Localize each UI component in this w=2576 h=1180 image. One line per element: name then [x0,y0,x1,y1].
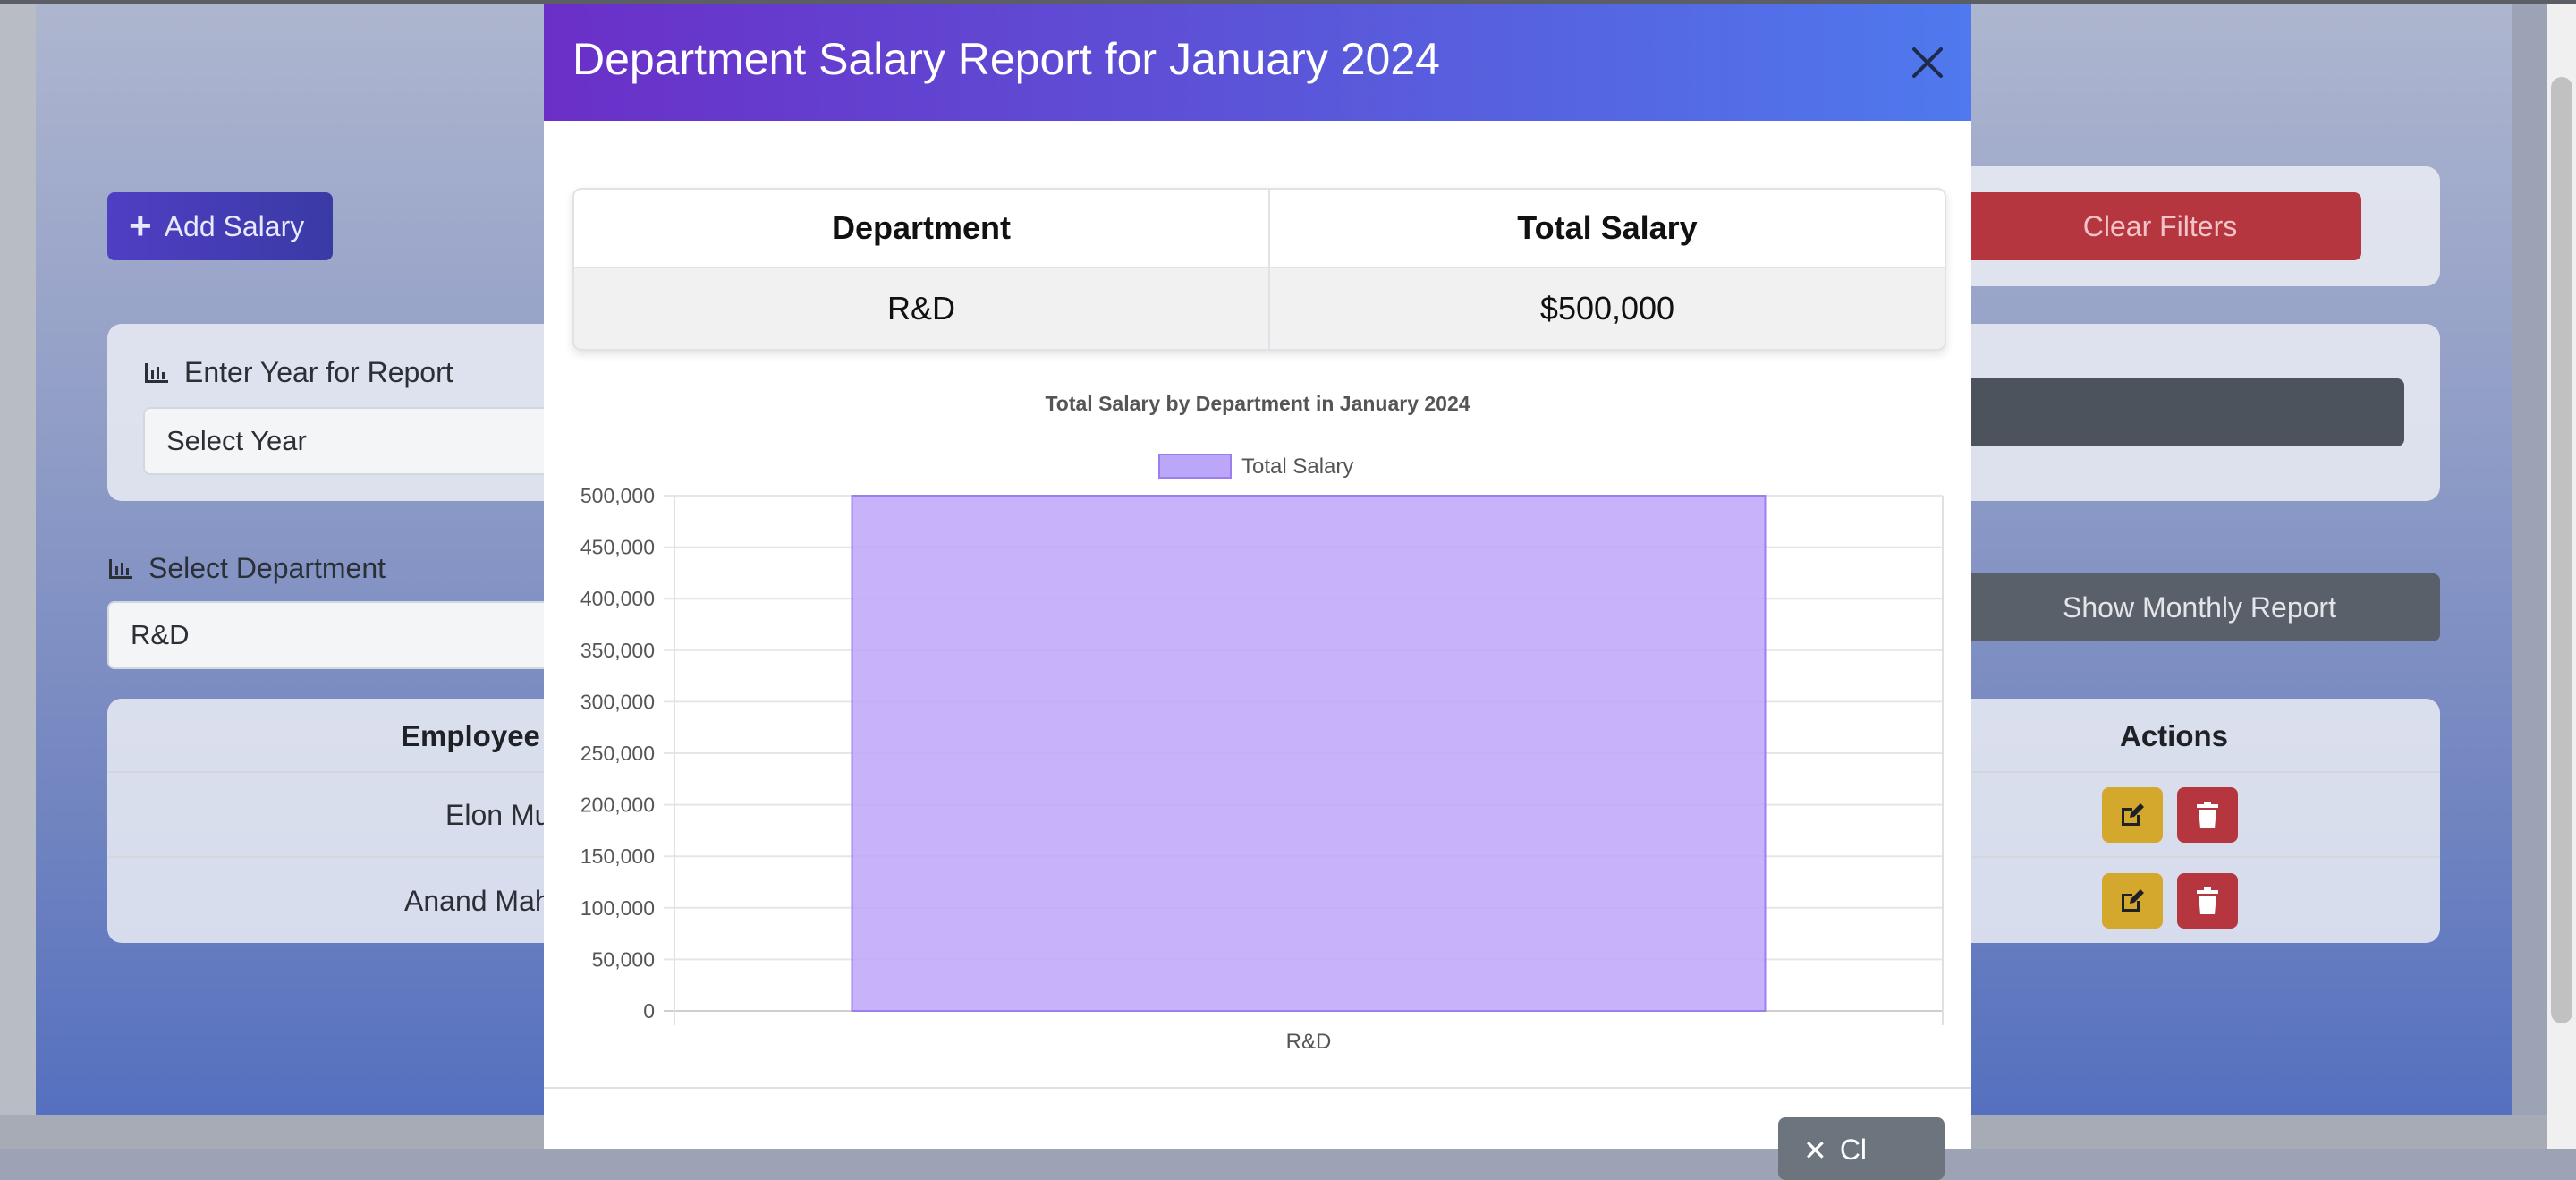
department-header: Department [574,190,1268,267]
generate-report-button[interactable] [1959,378,2404,446]
y-tick-label: 100,000 [580,896,655,920]
report-modal: Department Salary Report for January 202… [544,4,1971,1180]
legend-label: Total Salary [1241,454,1353,479]
y-tick-label: 400,000 [580,587,655,610]
y-tick-label: 250,000 [580,742,655,765]
left-strip [0,0,36,1115]
modal-header: Department Salary Report for January 202… [544,4,1971,121]
y-tick-label: 300,000 [580,690,655,713]
y-tick-label: 50,000 [592,947,655,971]
show-monthly-report-button[interactable]: Show Monthly Report [1959,573,2440,641]
y-tick-label: 500,000 [580,484,655,507]
year-select[interactable]: Select Year [143,407,555,475]
chart-icon [145,362,168,383]
report-table: Department Total Salary R&D $500,000 [572,188,1946,351]
add-salary-label: Add Salary [164,209,305,242]
modal-title: Department Salary Report for January 202… [572,34,1440,84]
edit-icon [2122,803,2144,826]
close-icon[interactable] [1907,42,1948,83]
table-divider [1268,190,1270,349]
y-tick-label: 150,000 [580,845,655,868]
close-icon: ✕ [1803,1134,1827,1167]
y-tick-label: 200,000 [580,794,655,817]
table-divider [574,267,1945,268]
year-report-label: Enter Year for Report [143,356,453,389]
legend-swatch [1158,454,1232,479]
employee-column-header: Employee [401,719,540,752]
edit-button[interactable] [2102,873,2163,929]
salary-bar-chart: Total Salary by Department in January 20… [580,392,1944,1054]
edit-button[interactable] [2102,787,2163,843]
delete-button[interactable] [2177,787,2238,843]
add-salary-button[interactable]: + Add Salary [107,192,333,260]
scrollbar-thumb[interactable] [2551,77,2572,1023]
edit-icon [2122,889,2144,912]
y-tick-label: 450,000 [580,536,655,559]
y-tick-label: 0 [643,999,655,1023]
x-tick-label: R&D [1286,1030,1332,1054]
department-cell: R&D [574,268,1268,349]
total-salary-header: Total Salary [1270,190,1945,267]
modal-close-button[interactable]: ✕ Cl [1778,1117,1945,1180]
plus-icon: + [129,204,152,248]
department-label: Select Department [107,552,386,585]
actions-column-header: Actions [2120,719,2229,752]
modal-footer-divider [544,1087,1971,1089]
trash-icon [2197,802,2218,828]
trash-icon [2197,887,2218,914]
total-salary-cell: $500,000 [1270,268,1945,349]
chart-title: Total Salary by Department in January 20… [1045,392,1470,415]
department-select[interactable]: R&D [107,601,555,669]
table-row: Anand Mah [404,885,551,917]
bar [851,495,1767,1012]
chart-icon [109,558,132,579]
clear-filters-button[interactable]: Clear Filters [1959,192,2361,260]
table-row: Elon Mu [445,799,551,831]
top-border [0,0,2576,4]
y-tick-label: 350,000 [580,639,655,662]
delete-button[interactable] [2177,873,2238,929]
